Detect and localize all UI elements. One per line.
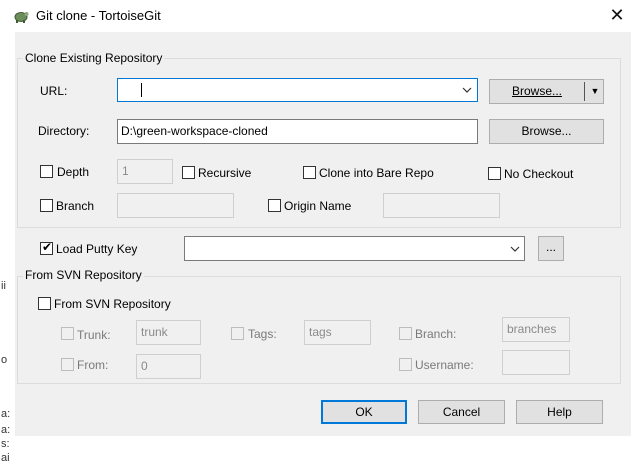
from-svn-checkbox[interactable] bbox=[38, 297, 51, 310]
ok-button[interactable]: OK bbox=[321, 400, 407, 424]
strip-text: ii bbox=[1, 280, 6, 292]
text-caret bbox=[141, 83, 142, 97]
background-window-strip: ii o a: a: s: ai bbox=[0, 32, 15, 464]
svn-branch-label: Branch: bbox=[415, 327, 457, 341]
clone-group-legend: Clone Existing Repository bbox=[23, 51, 165, 65]
directory-input[interactable]: D:\green-workspace-cloned bbox=[117, 119, 478, 144]
trunk-label: Trunk: bbox=[77, 328, 111, 342]
chevron-down-icon[interactable] bbox=[510, 246, 520, 252]
title-bar: Git clone - TortoiseGit ✕ bbox=[0, 0, 631, 32]
from-input[interactable]: 0 bbox=[136, 354, 201, 379]
depth-label: Depth bbox=[57, 165, 90, 179]
window-title: Git clone - TortoiseGit bbox=[36, 8, 161, 23]
putty-key-combobox[interactable] bbox=[184, 236, 525, 261]
branch-checkbox[interactable] bbox=[40, 199, 53, 212]
tortoisegit-icon bbox=[14, 12, 29, 23]
username-label: Username: bbox=[415, 358, 474, 372]
checkmark-icon: ✔ bbox=[42, 240, 53, 254]
branch-label: Branch bbox=[56, 199, 95, 213]
tags-input[interactable]: tags bbox=[304, 320, 371, 345]
chevron-down-icon[interactable] bbox=[462, 87, 472, 93]
close-button[interactable]: ✕ bbox=[605, 4, 629, 28]
strip-text: a: bbox=[1, 424, 11, 436]
depth-checkbox[interactable] bbox=[40, 165, 53, 178]
strip-text: a: bbox=[1, 408, 11, 420]
strip-text: o bbox=[1, 354, 8, 366]
trunk-input[interactable]: trunk bbox=[136, 320, 201, 345]
strip-text: ai bbox=[1, 452, 10, 464]
depth-value: 1 bbox=[122, 164, 129, 178]
url-combobox[interactable] bbox=[117, 78, 478, 102]
recursive-label: Recursive bbox=[198, 166, 252, 180]
origin-name-input[interactable] bbox=[383, 193, 500, 218]
svn-branch-value: branches bbox=[507, 322, 557, 336]
origin-name-label: Origin Name bbox=[284, 199, 352, 213]
bare-repo-label: Clone into Bare Repo bbox=[319, 166, 434, 180]
tags-checkbox[interactable] bbox=[231, 327, 244, 340]
bare-repo-checkbox[interactable] bbox=[303, 166, 316, 179]
cancel-button[interactable]: Cancel bbox=[418, 400, 505, 424]
no-checkout-label: No Checkout bbox=[504, 167, 574, 181]
svn-branch-input[interactable]: branches bbox=[502, 317, 570, 342]
browse-url-button[interactable]: Browse... bbox=[490, 80, 584, 102]
putty-key-browse-button[interactable]: ... bbox=[538, 236, 564, 261]
tags-label: Tags: bbox=[248, 327, 277, 341]
directory-value: D:\green-workspace-cloned bbox=[121, 124, 268, 138]
help-button[interactable]: Help bbox=[516, 400, 603, 424]
load-putty-key-label: Load Putty Key bbox=[56, 242, 138, 256]
from-label: From: bbox=[77, 358, 109, 372]
branch-input[interactable] bbox=[117, 193, 234, 218]
recursive-checkbox[interactable] bbox=[182, 166, 195, 179]
tags-value: tags bbox=[309, 325, 332, 339]
url-label: URL: bbox=[40, 84, 68, 98]
strip-text: s: bbox=[1, 438, 10, 450]
svn-branch-checkbox[interactable] bbox=[399, 327, 412, 340]
trunk-value: trunk bbox=[141, 325, 168, 339]
depth-input[interactable]: 1 bbox=[117, 159, 173, 184]
split-divider bbox=[584, 82, 585, 101]
from-value: 0 bbox=[141, 359, 148, 373]
no-checkout-checkbox[interactable] bbox=[488, 167, 501, 180]
trunk-checkbox[interactable] bbox=[61, 327, 74, 340]
from-checkbox[interactable] bbox=[61, 358, 74, 371]
directory-label: Directory: bbox=[38, 124, 90, 138]
svn-group-legend: From SVN Repository bbox=[23, 268, 144, 282]
load-putty-key-checkbox[interactable]: ✔ bbox=[40, 240, 53, 255]
username-checkbox[interactable] bbox=[399, 358, 412, 371]
dropdown-arrow-icon[interactable]: ▼ bbox=[587, 80, 603, 102]
browse-url-split-button[interactable]: Browse... ▼ bbox=[489, 79, 604, 104]
username-input[interactable] bbox=[502, 350, 570, 375]
browse-directory-button[interactable]: Browse... bbox=[489, 119, 604, 144]
origin-name-checkbox[interactable] bbox=[268, 199, 281, 212]
from-svn-label: From SVN Repository bbox=[54, 297, 171, 311]
